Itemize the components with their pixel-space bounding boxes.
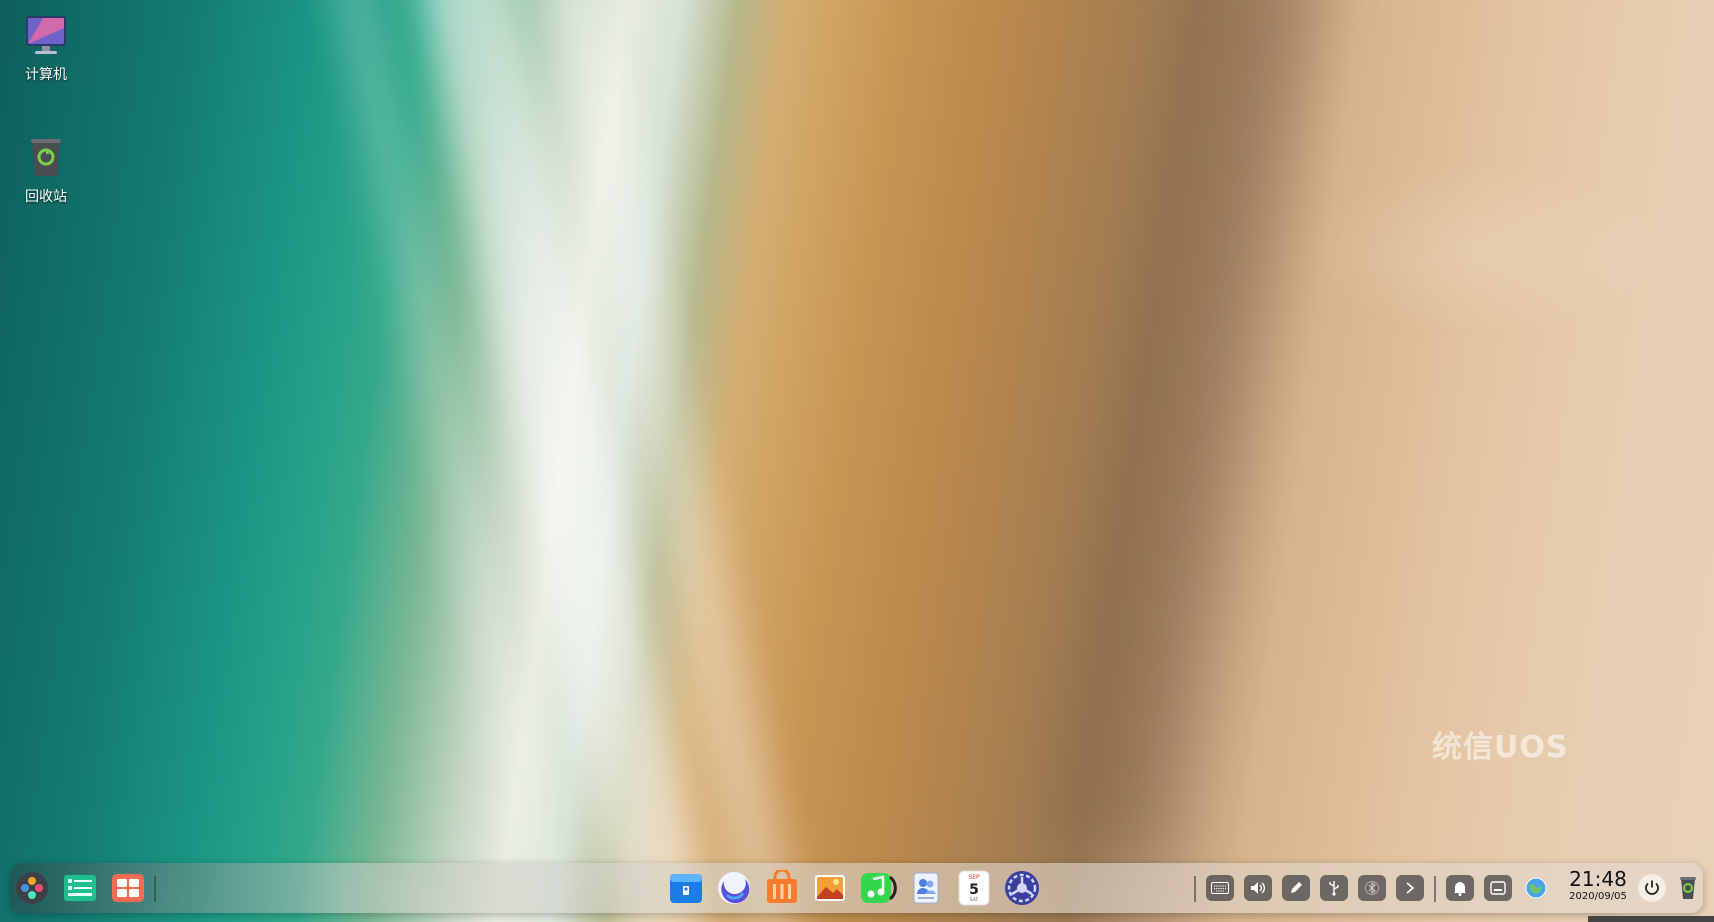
calendar-icon: SEP 5 SAT <box>958 870 990 906</box>
trash-icon <box>1680 877 1696 899</box>
pen-tray-button[interactable] <box>1282 875 1310 901</box>
desktop-icon-label: 回收站 <box>25 189 67 205</box>
desktop-icon-trash[interactable]: 回收站 <box>6 136 86 206</box>
volume-tray-button[interactable] <box>1244 875 1272 901</box>
volume-icon <box>1251 882 1265 894</box>
trash-icon <box>31 139 61 176</box>
bluetooth-icon <box>1365 881 1379 895</box>
multitask-icon <box>64 875 96 901</box>
desktop-icon-label: 计算机 <box>25 67 67 83</box>
bluetooth-tray-button[interactable] <box>1358 875 1386 901</box>
os-watermark: 统信UOS <box>1432 730 1569 765</box>
desktop-icon-computer[interactable]: 计算机 <box>6 14 86 84</box>
music-icon <box>861 873 897 903</box>
dock-separator <box>1194 876 1196 902</box>
settings-icon <box>1005 871 1039 905</box>
keyboard-icon <box>1211 882 1229 894</box>
power-icon <box>1645 880 1659 895</box>
ime-icon <box>1490 881 1506 895</box>
multitask-view-button[interactable] <box>60 868 100 908</box>
app-music[interactable] <box>858 868 898 908</box>
chevron-right-icon <box>1406 882 1415 894</box>
dock-trash[interactable] <box>1676 868 1700 908</box>
browser-icon <box>718 872 750 904</box>
screen-edge <box>1588 916 1714 922</box>
pen-icon <box>1291 882 1302 893</box>
app-contacts[interactable] <box>906 868 946 908</box>
photo-icon <box>815 875 845 901</box>
app-control-center[interactable] <box>1002 868 1042 908</box>
app-file-manager[interactable] <box>666 868 706 908</box>
show-desktop-button[interactable] <box>108 868 148 908</box>
calendar-weekday: SAT <box>970 897 979 903</box>
notifications-button[interactable] <box>1446 875 1474 901</box>
desktop[interactable]: 计算机 回收站 统信UOS SEP 5 SAT 21:48 2020/09/05 <box>0 0 1714 922</box>
dock: SEP 5 SAT 21:48 2020/09/05 <box>10 863 1703 913</box>
contacts-icon <box>913 872 939 904</box>
folder-icon <box>670 874 702 903</box>
dock-separator <box>154 876 156 902</box>
app-calendar[interactable]: SEP 5 SAT <box>954 868 994 908</box>
desktop-grid-icon <box>112 874 144 902</box>
app-browser[interactable] <box>714 868 754 908</box>
usb-tray-button[interactable] <box>1320 875 1348 901</box>
globe-icon <box>1525 877 1547 899</box>
calendar-month: SEP <box>968 874 980 881</box>
clock[interactable]: 21:48 2020/09/05 <box>1560 868 1636 904</box>
computer-icon <box>26 16 66 54</box>
dock-separator <box>1434 876 1436 902</box>
store-icon <box>767 870 797 903</box>
network-button[interactable] <box>1522 875 1550 901</box>
calendar-day: 5 <box>969 882 979 898</box>
usb-icon <box>1329 881 1339 896</box>
expand-tray-button[interactable] <box>1396 875 1424 901</box>
power-button[interactable] <box>1638 874 1666 902</box>
clock-date: 2020/09/05 <box>1569 891 1627 902</box>
app-store[interactable] <box>762 868 802 908</box>
app-image-viewer[interactable] <box>810 868 850 908</box>
clock-time: 21:48 <box>1569 867 1627 891</box>
bell-icon <box>1454 882 1466 896</box>
sand-shadow <box>1042 0 1318 864</box>
launcher-button[interactable] <box>12 868 52 908</box>
keyboard-tray-button[interactable] <box>1206 875 1234 901</box>
input-method-button[interactable] <box>1484 875 1512 901</box>
launcher-icon <box>16 872 48 904</box>
